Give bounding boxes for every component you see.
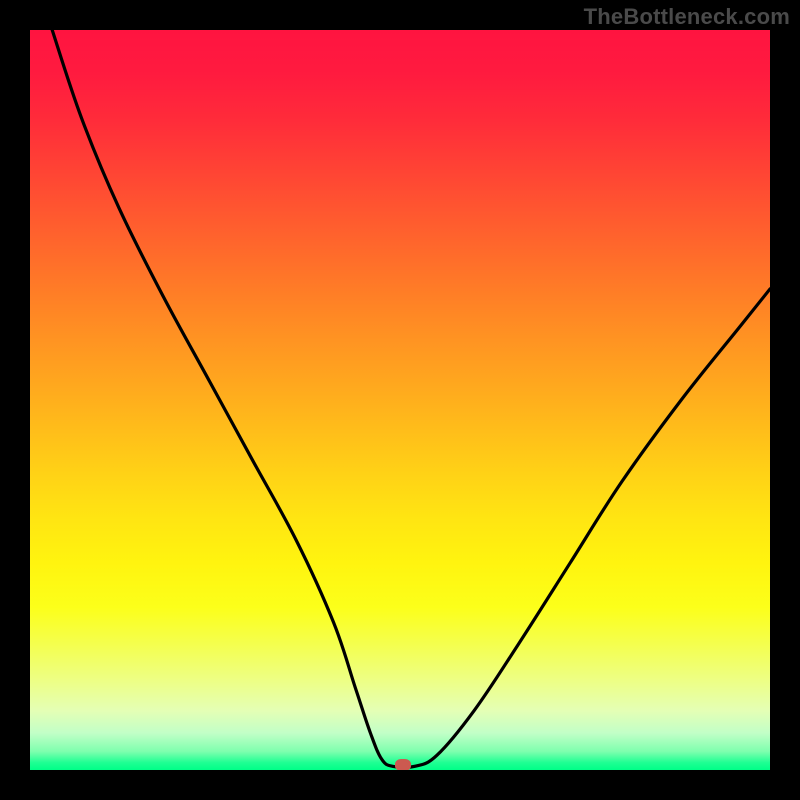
plot-area	[30, 30, 770, 770]
bottleneck-curve	[30, 30, 770, 770]
optimal-point-marker	[395, 759, 411, 770]
curve-path	[52, 30, 770, 768]
watermark-text: TheBottleneck.com	[584, 4, 790, 30]
chart-frame: TheBottleneck.com	[0, 0, 800, 800]
